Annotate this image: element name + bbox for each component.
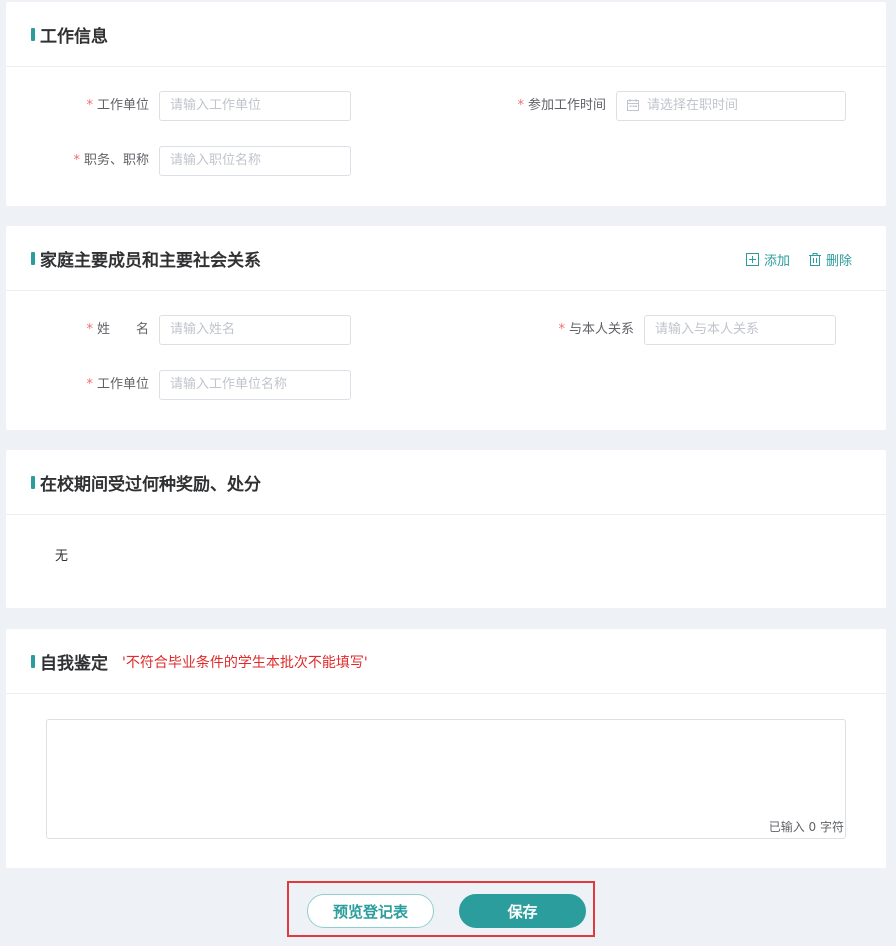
plus-square-icon: [746, 253, 759, 266]
required-mark: *: [73, 153, 80, 168]
family-header: 家庭主要成员和主要社会关系 添加 删除: [6, 226, 886, 291]
position-input[interactable]: 请输入职位名称: [159, 146, 351, 176]
delete-label: 删除: [826, 254, 853, 269]
work-info-title: 工作信息: [40, 27, 108, 47]
member-work-unit-input[interactable]: 请输入工作单位名称: [159, 370, 351, 400]
family-title: 家庭主要成员和主要社会关系: [40, 251, 261, 271]
work-unit-label: * 工作单位: [86, 98, 149, 113]
char-counter: 已输入 0 字符: [764, 818, 844, 835]
work-info-header: 工作信息: [6, 2, 886, 67]
awards-card: 在校期间受过何种奖励、处分 无: [6, 450, 886, 608]
required-mark: *: [86, 98, 93, 113]
start-time-label: * 参加工作时间: [517, 98, 606, 113]
self-eval-card: 自我鉴定 '不符合毕业条件的学生本批次不能填写' 已输入 0 字符: [6, 629, 886, 868]
add-label: 添加: [764, 254, 791, 269]
awards-title: 在校期间受过何种奖励、处分: [40, 475, 261, 495]
save-button[interactable]: 保存: [459, 894, 586, 928]
self-eval-textarea[interactable]: 已输入 0 字符: [46, 719, 846, 839]
awards-value: 无: [55, 549, 69, 564]
preview-form-button[interactable]: 预览登记表: [307, 894, 434, 928]
family-card: 家庭主要成员和主要社会关系 添加 删除 *姓 名 请输入姓名 *与本人关系: [6, 226, 886, 430]
self-eval-header: 自我鉴定 '不符合毕业条件的学生本批次不能填写': [6, 629, 886, 694]
awards-header: 在校期间受过何种奖励、处分: [6, 450, 886, 515]
section-marker: [31, 476, 35, 489]
member-work-unit-label: * 工作单位: [86, 377, 149, 392]
member-name-input[interactable]: 请输入姓名: [159, 315, 351, 345]
relation-label: * 与本人关系: [558, 322, 634, 337]
section-marker: [31, 252, 35, 265]
calendar-icon: [627, 99, 639, 111]
start-time-placeholder: 请选择在职时间: [647, 98, 739, 113]
required-mark: *: [86, 377, 93, 392]
required-mark: *: [558, 322, 565, 337]
position-label: * 职务、职称: [73, 153, 149, 168]
member-name-label: * 姓 名: [86, 322, 149, 337]
add-member-button[interactable]: 添加: [746, 250, 790, 269]
section-marker: [31, 655, 35, 668]
required-mark: *: [86, 322, 93, 337]
start-time-picker[interactable]: 请选择在职时间: [616, 91, 846, 121]
trash-icon: [809, 253, 821, 266]
action-highlight-box: 预览登记表 保存: [287, 881, 595, 937]
work-unit-input[interactable]: 请输入工作单位: [159, 91, 351, 121]
section-marker: [31, 28, 35, 41]
relation-input[interactable]: 请输入与本人关系: [644, 315, 836, 345]
work-info-card: 工作信息 * 工作单位 请输入工作单位 * 参加工作时间 请选择在职时间 * 职务、职…: [6, 2, 886, 206]
self-eval-title: 自我鉴定: [40, 654, 108, 674]
self-eval-warning: '不符合毕业条件的学生本批次不能填写': [122, 655, 368, 671]
delete-member-button[interactable]: 删除: [809, 250, 852, 269]
required-mark: *: [517, 98, 524, 113]
